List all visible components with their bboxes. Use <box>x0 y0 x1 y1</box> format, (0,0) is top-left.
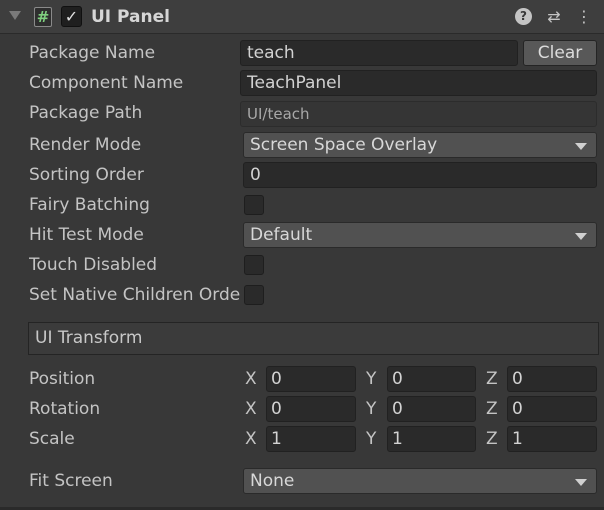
ui-transform-title: UI Transform <box>35 328 143 348</box>
rotation-z-input[interactable]: 0 <box>507 396 597 422</box>
scale-z-label: Z <box>486 429 498 449</box>
position-z-label: Z <box>486 369 498 389</box>
clear-button[interactable]: Clear <box>523 40 597 66</box>
position-x-input[interactable]: 0 <box>266 366 356 392</box>
chevron-down-icon <box>575 479 587 486</box>
rotation-y-label: Y <box>366 399 377 419</box>
rotation-label: Rotation <box>29 399 101 419</box>
rotation-y-input[interactable]: 0 <box>387 396 476 422</box>
fairy-batching-label: Fairy Batching <box>29 195 150 215</box>
fairy-batching-checkbox[interactable] <box>244 195 264 215</box>
context-menu-icon[interactable]: ⋮ <box>574 7 594 27</box>
chevron-down-icon <box>575 233 587 240</box>
chevron-down-icon <box>575 143 587 150</box>
hit-test-mode-dropdown[interactable]: Default <box>243 222 597 248</box>
component-name-label: Component Name <box>29 73 184 93</box>
sorting-order-label: Sorting Order <box>29 165 144 185</box>
script-icon: # <box>34 7 52 27</box>
fit-screen-value: None <box>250 471 295 491</box>
render-mode-dropdown[interactable]: Screen Space Overlay <box>243 132 597 158</box>
position-y-input[interactable]: 0 <box>387 366 476 392</box>
hit-test-mode-value: Default <box>250 225 313 245</box>
package-name-input[interactable]: teach <box>240 40 518 66</box>
position-label: Position <box>29 369 96 389</box>
help-icon[interactable]: ? <box>515 8 532 25</box>
component-name-input[interactable]: TeachPanel <box>240 70 597 96</box>
presets-icon[interactable]: ⇄ <box>544 7 564 27</box>
scale-label: Scale <box>29 429 75 449</box>
scale-y-input[interactable]: 1 <box>387 426 476 452</box>
rotation-x-label: X <box>245 399 257 419</box>
set-native-children-order-checkbox[interactable] <box>244 285 264 305</box>
touch-disabled-checkbox[interactable] <box>244 255 264 275</box>
scale-x-input[interactable]: 1 <box>266 426 356 452</box>
fit-screen-label: Fit Screen <box>29 471 113 491</box>
scale-z-input[interactable]: 1 <box>507 426 597 452</box>
package-name-label: Package Name <box>29 43 156 63</box>
render-mode-label: Render Mode <box>29 135 142 155</box>
component-title: UI Panel <box>91 7 170 27</box>
package-path-label: Package Path <box>29 103 143 123</box>
sorting-order-input[interactable]: 0 <box>243 162 597 188</box>
hit-test-mode-label: Hit Test Mode <box>29 225 144 245</box>
component-enabled-checkbox[interactable]: ✓ <box>61 6 82 27</box>
rotation-z-label: Z <box>486 399 498 419</box>
package-path-field: UI/teach <box>240 101 597 127</box>
set-native-children-order-label: Set Native Children Orde <box>29 285 241 305</box>
touch-disabled-label: Touch Disabled <box>29 255 158 275</box>
render-mode-value: Screen Space Overlay <box>250 135 438 155</box>
position-y-label: Y <box>366 369 377 389</box>
rotation-x-input[interactable]: 0 <box>266 396 356 422</box>
fit-screen-dropdown[interactable]: None <box>243 468 597 494</box>
scale-y-label: Y <box>366 429 377 449</box>
position-z-input[interactable]: 0 <box>507 366 597 392</box>
scale-x-label: X <box>245 429 257 449</box>
position-x-label: X <box>245 369 257 389</box>
foldout-arrow-icon[interactable] <box>9 11 21 20</box>
